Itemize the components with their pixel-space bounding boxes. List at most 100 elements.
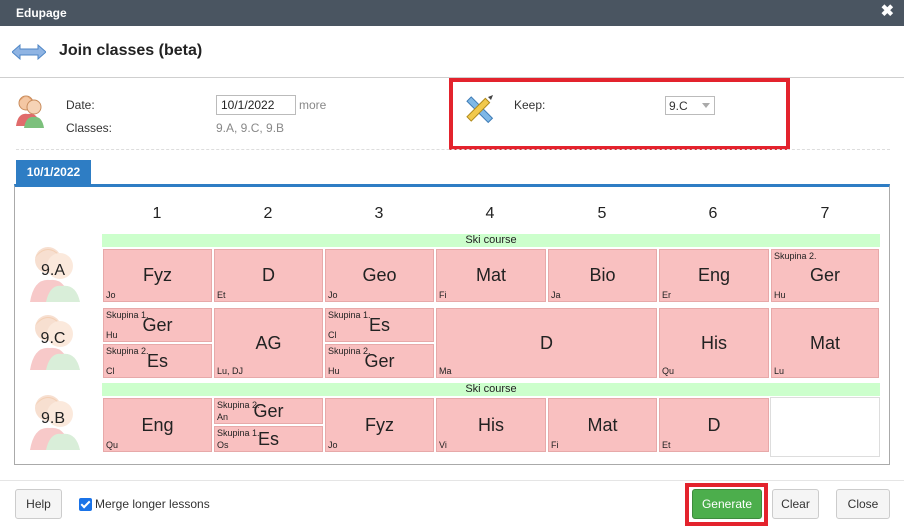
- lesson-teacher: Jo: [106, 290, 116, 300]
- lesson-teacher: Qu: [662, 366, 675, 376]
- classes-label: Classes:: [66, 121, 113, 135]
- lesson-teacher: Lu: [774, 366, 785, 376]
- ski-course-banner: Ski course: [102, 234, 880, 247]
- chevron-down-icon: [702, 103, 710, 108]
- lesson-teacher: Os: [217, 440, 229, 450]
- period-header: 2: [263, 205, 273, 222]
- lesson-teacher: Ja: [551, 290, 561, 300]
- lesson-teacher: Hu: [328, 366, 340, 376]
- lesson-cell[interactable]: Skupina 1. Es Os: [213, 425, 324, 453]
- lesson-cell[interactable]: Mat Lu: [770, 307, 880, 379]
- lesson-teacher: Vi: [439, 440, 447, 450]
- window-titlebar: Edupage ✖: [0, 0, 904, 26]
- lesson-subject: Mat: [809, 333, 840, 353]
- lesson-subject: Es: [257, 429, 279, 449]
- lesson-cell[interactable]: Eng Qu: [102, 397, 213, 453]
- lesson-cell[interactable]: Skupina 2. Ger Hu: [324, 343, 435, 379]
- keep-label: Keep:: [514, 98, 546, 112]
- lesson-teacher: Ma: [439, 366, 452, 376]
- lesson-cell[interactable]: D Et: [213, 248, 324, 303]
- lesson-teacher: Er: [662, 290, 671, 300]
- window-title: Edupage: [16, 6, 67, 20]
- close-button[interactable]: Close: [836, 489, 890, 519]
- class-label: 9.C: [40, 330, 66, 347]
- lesson-cell[interactable]: His Vi: [435, 397, 547, 453]
- date-field[interactable]: 10/1/2022: [216, 95, 296, 115]
- lesson-teacher: Fi: [551, 440, 559, 450]
- lesson-cell[interactable]: Skupina 2. Ger An: [213, 397, 324, 425]
- class-avatar: 9.A: [26, 240, 80, 302]
- lesson-subject: Geo: [362, 265, 397, 285]
- empty-slot[interactable]: [770, 397, 880, 457]
- lesson-subject: Mat: [587, 415, 618, 435]
- lesson-cell[interactable]: Mat Fi: [547, 397, 658, 453]
- lesson-teacher: Et: [662, 440, 671, 450]
- lesson-subject: Eng: [141, 415, 174, 435]
- lesson-subject: Ger: [364, 351, 395, 371]
- lesson-cell[interactable]: Bio Ja: [547, 248, 658, 303]
- keep-select[interactable]: 9.C: [665, 96, 715, 115]
- dialog-header: Join classes (beta): [0, 26, 904, 78]
- lesson-teacher: Cl: [328, 330, 337, 340]
- lesson-cell[interactable]: His Qu: [658, 307, 770, 379]
- lesson-teacher: Et: [217, 290, 226, 300]
- help-button[interactable]: Help: [15, 489, 62, 519]
- lesson-subject: Es: [146, 351, 168, 371]
- lesson-subject: Mat: [475, 265, 506, 285]
- lesson-cell[interactable]: Eng Er: [658, 248, 770, 303]
- period-header: 6: [708, 205, 718, 222]
- lesson-subject: Es: [368, 315, 390, 335]
- date-label: Date:: [66, 98, 95, 112]
- tab-date[interactable]: 10/1/2022: [16, 160, 91, 184]
- lesson-subject: Ger: [142, 315, 173, 335]
- classes-value: 9.A, 9.C, 9.B: [216, 121, 285, 135]
- lesson-cell[interactable]: Geo Jo: [324, 248, 435, 303]
- lesson-cell[interactable]: Skupina 2. Ger Hu: [770, 248, 880, 303]
- users-icon: [16, 95, 44, 128]
- dialog-title: Join classes (beta): [59, 42, 203, 59]
- keep-highlight: [449, 78, 790, 150]
- lesson-subject: Bio: [589, 265, 616, 285]
- close-icon[interactable]: ✖: [881, 4, 894, 20]
- keep-select-value: 9.C: [669, 99, 688, 113]
- lesson-subject: AG: [255, 333, 282, 353]
- lesson-subject: Ger: [809, 265, 840, 285]
- lesson-teacher: Hu: [106, 330, 118, 340]
- lesson-subject: Fyz: [365, 415, 394, 435]
- lesson-teacher: Lu, DJ: [217, 366, 244, 376]
- period-header: 7: [820, 205, 830, 222]
- period-header: 4: [485, 205, 495, 222]
- lesson-cell[interactable]: Skupina 1. Ger Hu: [102, 307, 213, 343]
- class-avatar: 9.C: [26, 308, 80, 370]
- lesson-cell[interactable]: Fyz Jo: [102, 248, 213, 303]
- lesson-teacher: Fi: [439, 290, 447, 300]
- lesson-teacher: Hu: [774, 290, 786, 300]
- class-avatar: 9.B: [26, 388, 80, 450]
- merge-label: Merge longer lessons: [95, 497, 210, 511]
- lesson-subject: D: [262, 265, 275, 285]
- merge-checkbox[interactable]: [79, 498, 92, 511]
- lesson-cell[interactable]: Skupina 2. Es Cl: [102, 343, 213, 379]
- lesson-teacher: Qu: [106, 440, 119, 450]
- lesson-subject: D: [540, 333, 553, 353]
- lesson-teacher: Cl: [106, 366, 115, 376]
- period-header: 5: [597, 205, 607, 222]
- lesson-cell[interactable]: Mat Fi: [435, 248, 547, 303]
- class-label: 9.B: [40, 410, 65, 427]
- divider: [16, 149, 890, 150]
- lesson-subject: His: [478, 415, 504, 435]
- lesson-cell[interactable]: D Et: [658, 397, 770, 453]
- period-header: 1: [152, 205, 162, 222]
- generate-button[interactable]: Generate: [692, 489, 762, 519]
- clear-button[interactable]: Clear: [772, 489, 819, 519]
- class-label: 9.A: [40, 262, 65, 279]
- period-header: 3: [374, 205, 384, 222]
- more-link[interactable]: more: [299, 98, 326, 112]
- lesson-cell[interactable]: Skupina 1. Es Cl: [324, 307, 435, 343]
- lesson-cell[interactable]: Fyz Jo: [324, 397, 435, 453]
- lesson-teacher: Jo: [328, 440, 338, 450]
- lesson-subject: Ger: [253, 401, 284, 421]
- lesson-cell[interactable]: AG Lu, DJ: [213, 307, 324, 379]
- ski-course-banner: Ski course: [102, 383, 880, 396]
- lesson-cell[interactable]: D Ma: [435, 307, 658, 379]
